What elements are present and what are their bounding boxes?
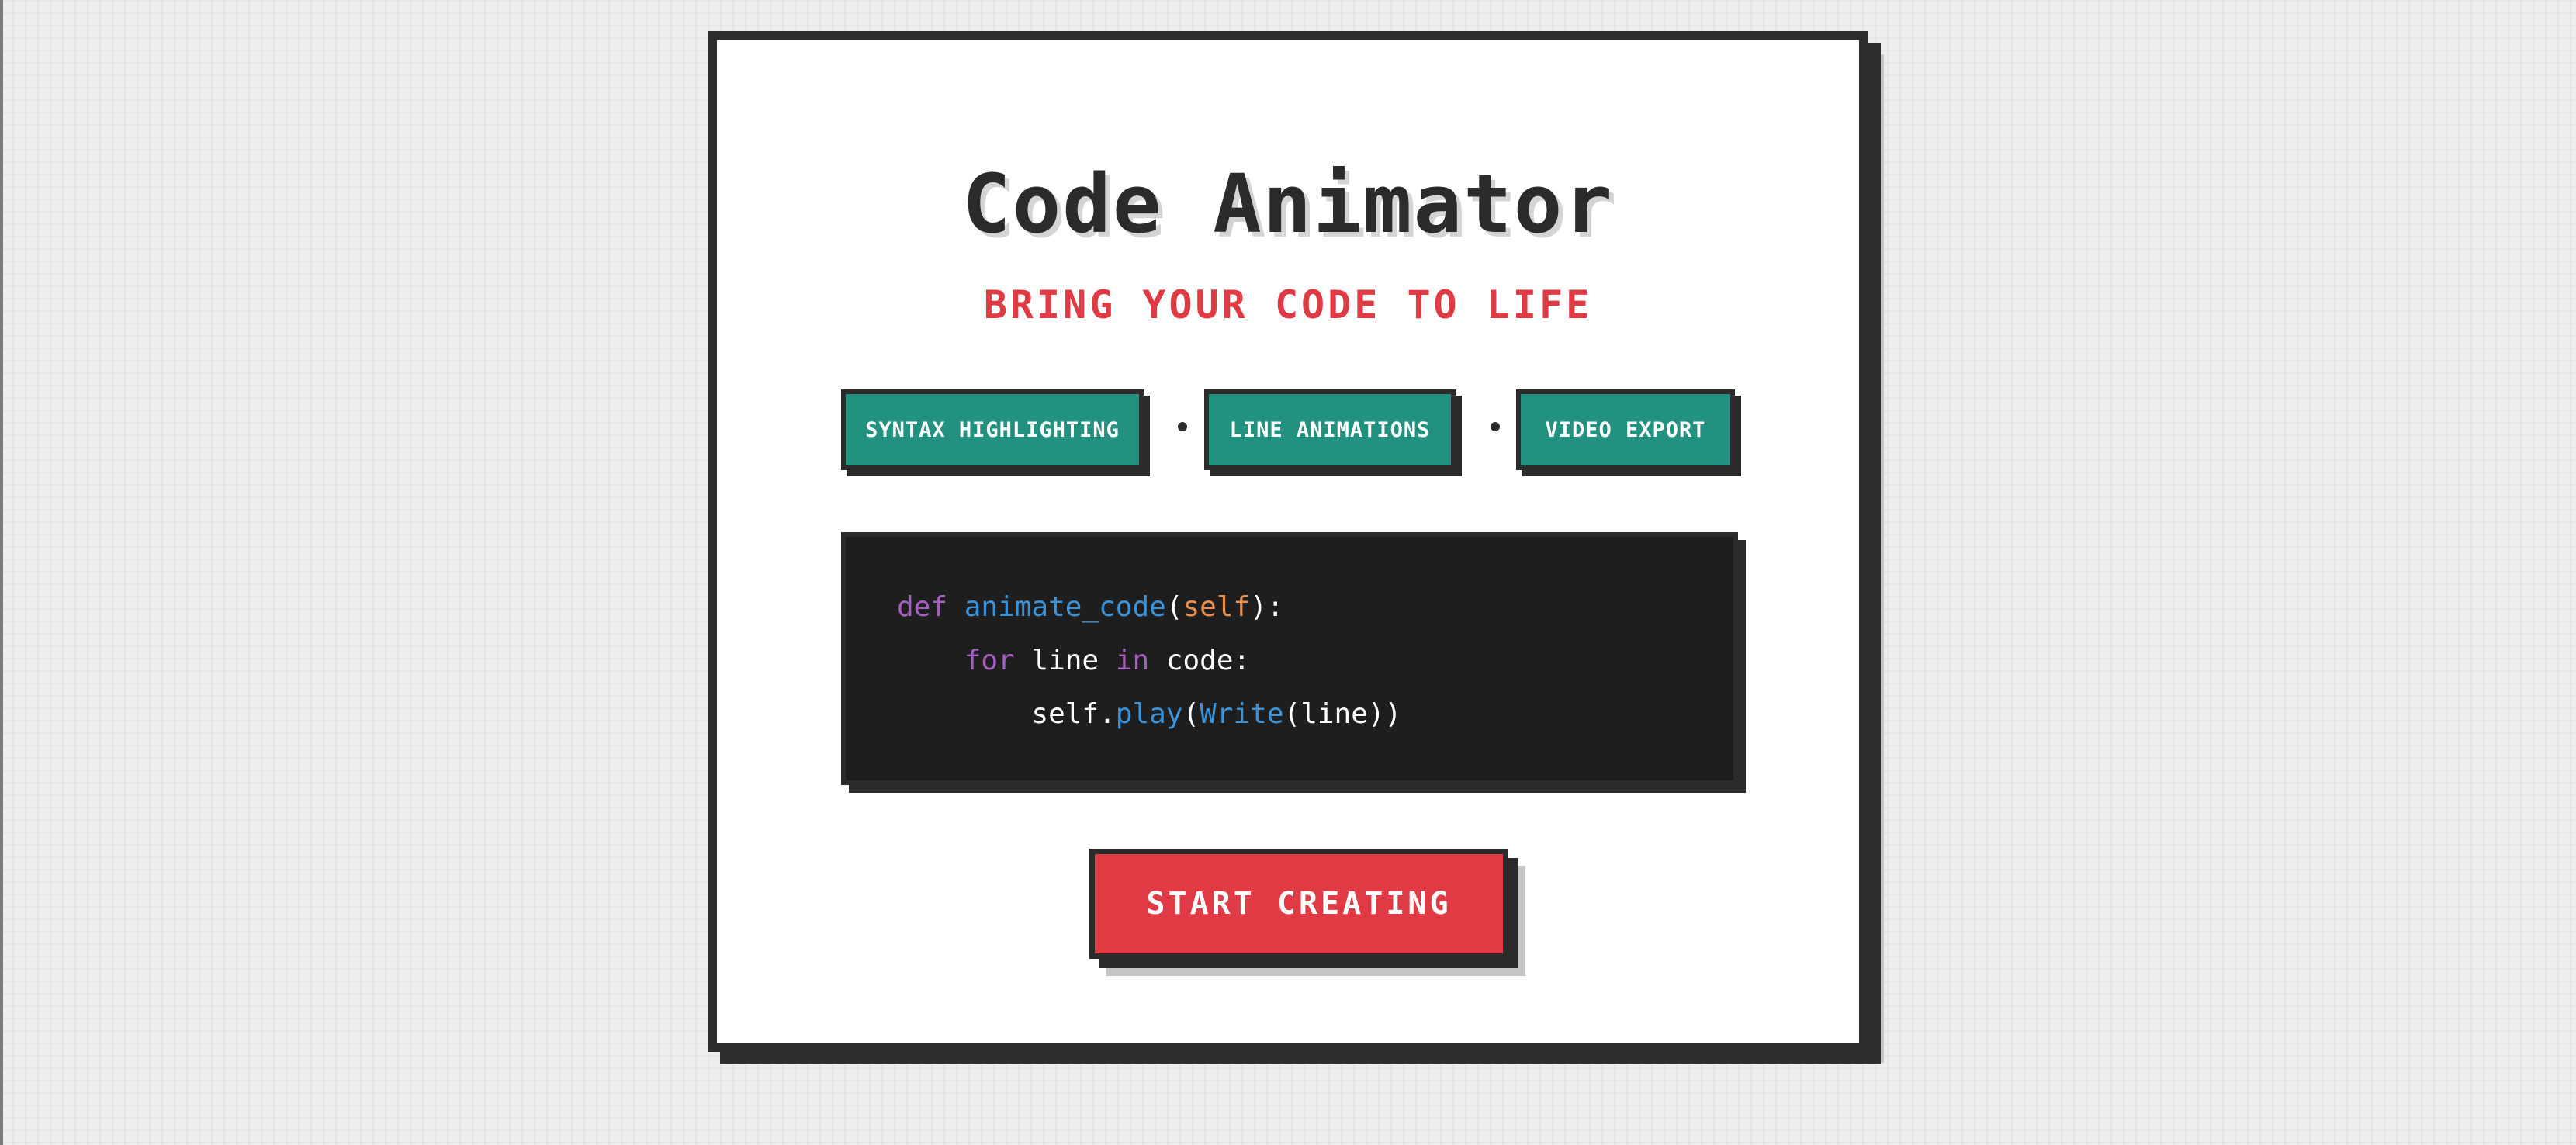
code-token: animate_code (964, 591, 1166, 623)
code-token: ( (1165, 591, 1183, 623)
code-token: def (897, 591, 948, 623)
hero-card-container: Code Animator BRING YOUR CODE TO LIFE SY… (708, 31, 1884, 1063)
code-token: self (1182, 591, 1251, 623)
code-token: in (1115, 645, 1150, 676)
code-line: for line in code: (897, 634, 1733, 687)
feature-tag-syntax-highlighting: SYNTAX HIGHLIGHTING (841, 389, 1144, 470)
code-token: play (1115, 698, 1183, 730)
code-token: (line)) (1283, 698, 1402, 730)
code-token: for (964, 645, 1015, 676)
code-token: self. (897, 698, 1116, 730)
code-token: ): (1250, 591, 1284, 623)
code-line: def animate_code(self): (897, 580, 1733, 634)
code-token: code: (1149, 645, 1251, 676)
start-creating-button[interactable]: START CREATING (1089, 849, 1508, 959)
window-edge (0, 0, 3, 1145)
code-token: Write (1200, 698, 1284, 730)
code-token: line (1014, 645, 1116, 676)
tagline: BRING YOUR CODE TO LIFE (983, 282, 1593, 327)
code-token: ( (1182, 698, 1200, 730)
page-title: Code Animator (962, 157, 1614, 251)
feature-tag-line-animations: LINE ANIMATIONS (1204, 389, 1456, 470)
separator-dot (1491, 422, 1500, 431)
code-line: self.play(Write(line)) (897, 687, 1733, 741)
feature-tags: SYNTAX HIGHLIGHTING LINE ANIMATIONS VIDE… (717, 389, 1859, 475)
code-preview: def animate_code(self): for line in code… (841, 532, 1738, 785)
feature-tag-video-export: VIDEO EXPORT (1516, 389, 1735, 470)
hero-card: Code Animator BRING YOUR CODE TO LIFE SY… (708, 31, 1868, 1052)
separator-dot (1178, 422, 1187, 431)
